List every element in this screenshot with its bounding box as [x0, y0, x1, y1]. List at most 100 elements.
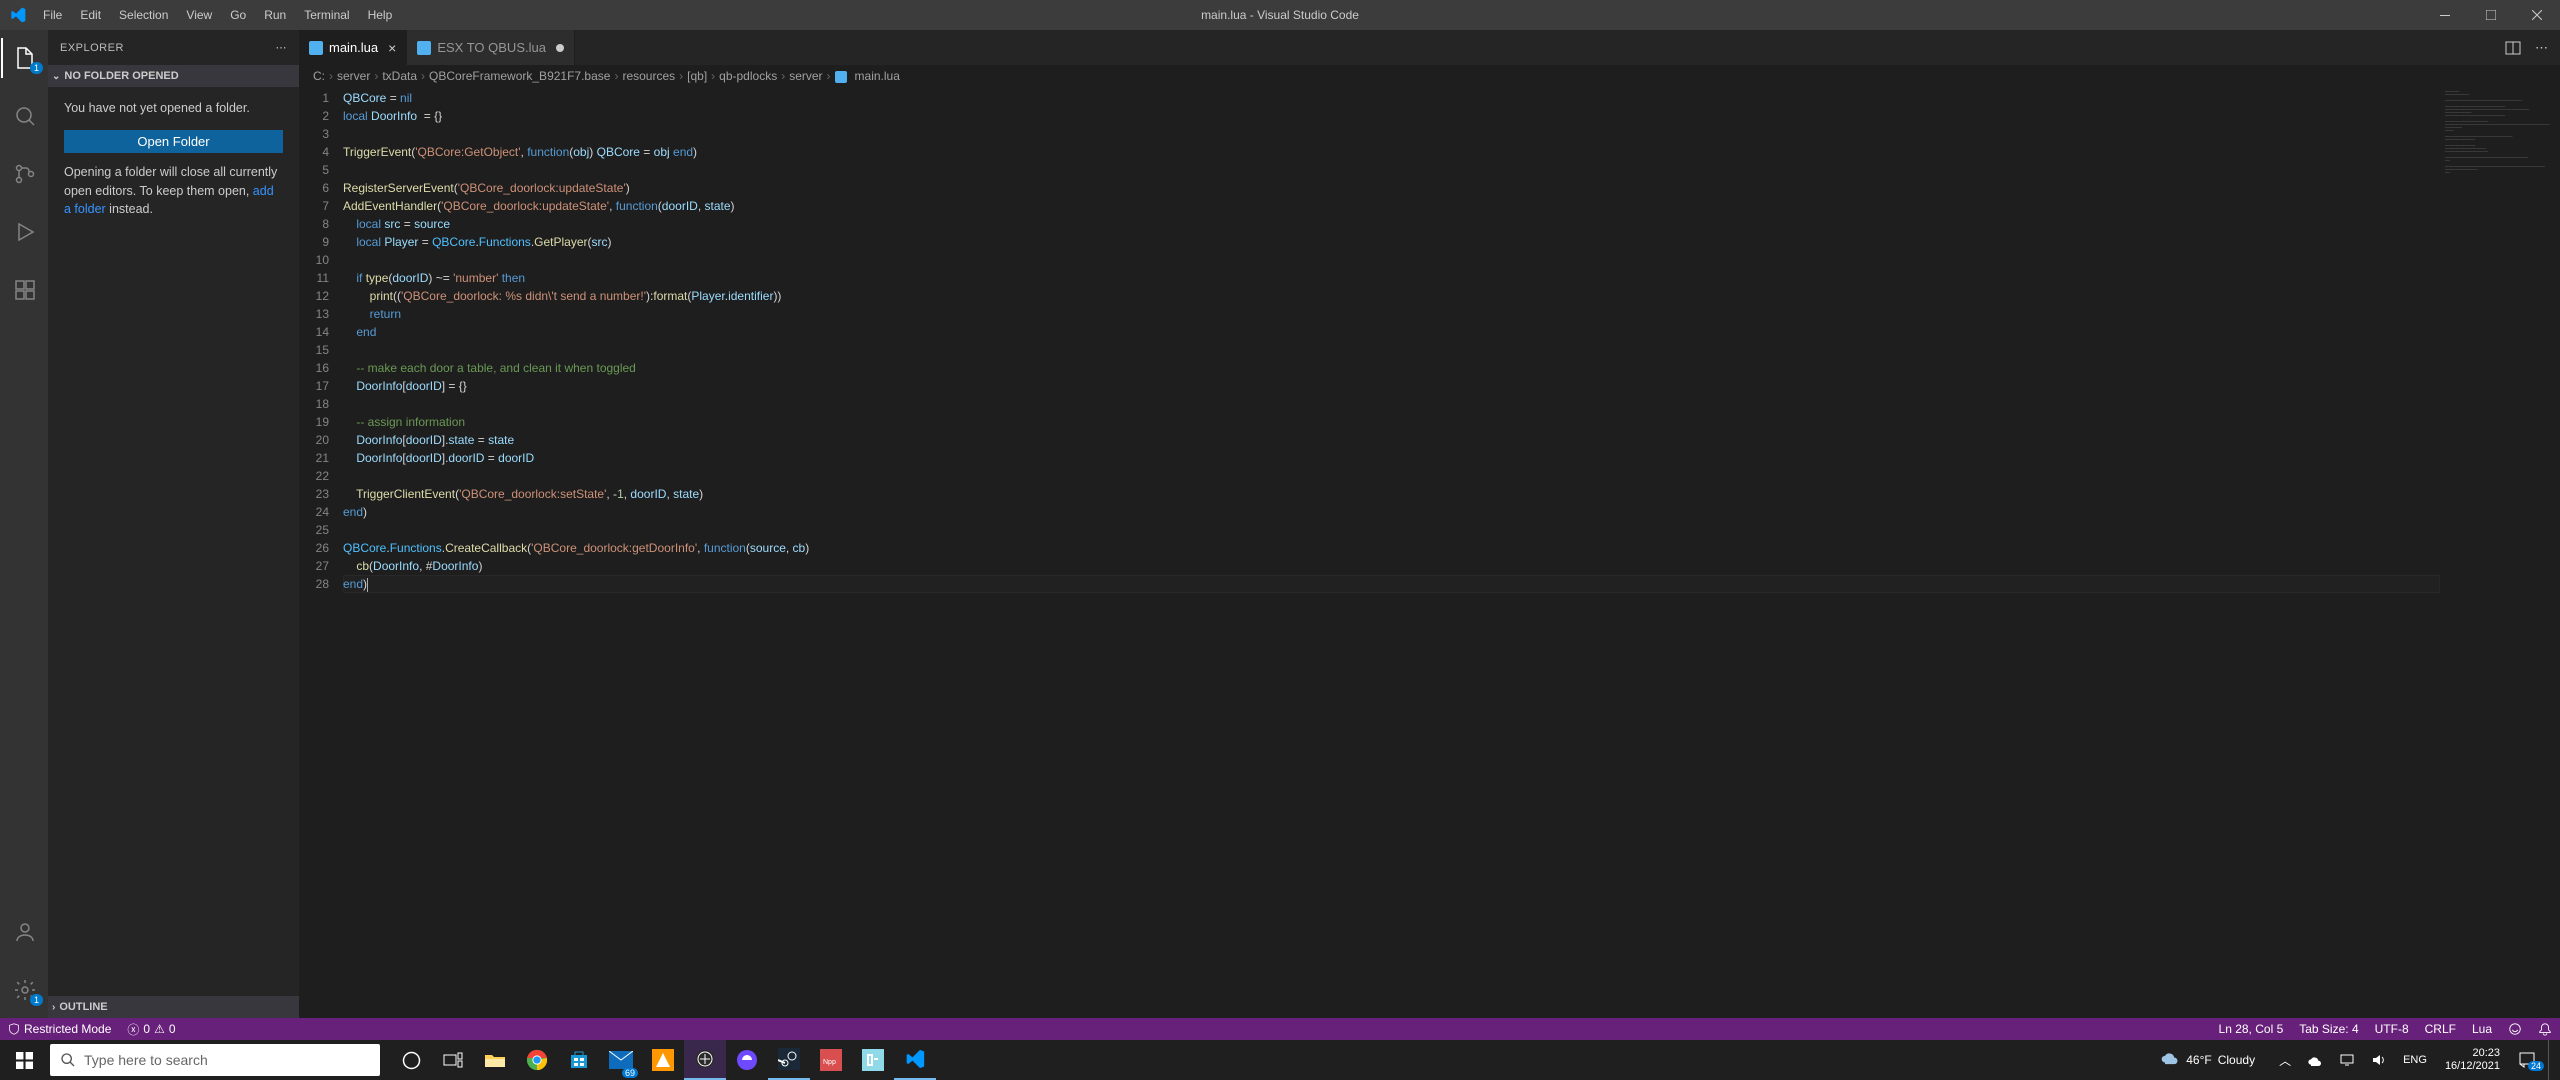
taskbar-steam-icon[interactable]	[768, 1040, 810, 1080]
breadcrumb-item[interactable]: server	[789, 69, 822, 83]
code-line[interactable]: end	[343, 323, 2440, 341]
split-editor-icon[interactable]	[2505, 40, 2521, 56]
breadcrumb-item[interactable]: main.lua	[855, 69, 900, 83]
status-tab-size[interactable]: Tab Size: 4	[2291, 1022, 2366, 1036]
taskbar-taskview-icon[interactable]	[432, 1040, 474, 1080]
taskbar-app-1-icon[interactable]	[642, 1040, 684, 1080]
tray-chevron-up-icon[interactable]: ︿	[2275, 1052, 2295, 1069]
tab-esx-to-qbus-lua[interactable]: ESX TO QBUS.lua	[407, 30, 575, 65]
menu-terminal[interactable]: Terminal	[296, 4, 357, 26]
menu-selection[interactable]: Selection	[111, 4, 176, 26]
taskbar-chrome-icon[interactable]	[516, 1040, 558, 1080]
code-line[interactable]: TriggerEvent('QBCore:GetObject', functio…	[343, 143, 2440, 161]
code-line[interactable]	[343, 395, 2440, 413]
tray-weather[interactable]: 46°F Cloudy	[2160, 1050, 2255, 1070]
code-line[interactable]: print(('QBCore_doorlock: %s didn\'t send…	[343, 287, 2440, 305]
taskbar-search[interactable]: Type here to search	[50, 1044, 380, 1076]
code-line[interactable]	[343, 521, 2440, 539]
breadcrumb-item[interactable]: server	[337, 69, 370, 83]
menu-edit[interactable]: Edit	[72, 4, 109, 26]
code-line[interactable]	[343, 161, 2440, 179]
status-ln-col[interactable]: Ln 28, Col 5	[2211, 1022, 2292, 1036]
code-line[interactable]: if type(doorID) ~= 'number' then	[343, 269, 2440, 287]
code-line[interactable]	[343, 341, 2440, 359]
status-feedback-icon[interactable]	[2500, 1022, 2530, 1036]
tray-network-icon[interactable]	[2335, 1052, 2359, 1068]
code-line[interactable]: DoorInfo[doorID].state = state	[343, 431, 2440, 449]
editor[interactable]: 1234567891011121314151617181920212223242…	[299, 87, 2560, 1018]
code-line[interactable]: return	[343, 305, 2440, 323]
code-line[interactable]: cb(DoorInfo, #DoorInfo)	[343, 557, 2440, 575]
minimap[interactable]: ▬▬▬▬▬▬▬▬▬▬▬▬ ▬▬▬▬▬▬▬▬▬▬▬▬▬▬▬▬▬▬▬▬ ▬▬▬▬▬▬…	[2440, 87, 2560, 1018]
show-desktop-button[interactable]	[2548, 1040, 2554, 1080]
menu-file[interactable]: File	[35, 4, 70, 26]
taskbar-file-explorer-icon[interactable]	[474, 1040, 516, 1080]
status-restricted-mode[interactable]: Restricted Mode	[0, 1018, 119, 1040]
code-line[interactable]: local src = source	[343, 215, 2440, 233]
code-line[interactable]: AddEventHandler('QBCore_doorlock:updateS…	[343, 197, 2440, 215]
breadcrumb-item[interactable]: txData	[382, 69, 417, 83]
breadcrumb-item[interactable]: [qb]	[687, 69, 707, 83]
minimize-button[interactable]	[2422, 0, 2468, 30]
activity-source-control-icon[interactable]	[1, 154, 49, 194]
status-encoding[interactable]: UTF-8	[2367, 1022, 2417, 1036]
start-button[interactable]	[0, 1040, 48, 1080]
activity-search-icon[interactable]	[1, 96, 49, 136]
activity-account-icon[interactable]	[1, 912, 49, 952]
breadcrumb-item[interactable]: QBCoreFramework_B921F7.base	[429, 69, 610, 83]
code-line[interactable]: local DoorInfo = {}	[343, 107, 2440, 125]
sidebar-more-icon[interactable]: ⋯	[276, 41, 288, 54]
menu-run[interactable]: Run	[256, 4, 294, 26]
menu-go[interactable]: Go	[222, 4, 254, 26]
breadcrumb-item[interactable]: C:	[313, 69, 325, 83]
breadcrumb-item[interactable]: resources	[622, 69, 675, 83]
activity-settings-icon[interactable]: 1	[1, 970, 49, 1010]
close-button[interactable]	[2514, 0, 2560, 30]
status-notifications-icon[interactable]	[2530, 1022, 2560, 1036]
code-line[interactable]: RegisterServerEvent('QBCore_doorlock:upd…	[343, 179, 2440, 197]
menu-view[interactable]: View	[178, 4, 220, 26]
activity-explorer-icon[interactable]: 1	[1, 38, 49, 78]
section-outline[interactable]: › OUTLINE	[48, 996, 299, 1018]
code-line[interactable]: local Player = QBCore.Functions.GetPlaye…	[343, 233, 2440, 251]
tray-clock[interactable]: 20:23 16/12/2021	[2445, 1047, 2500, 1073]
maximize-button[interactable]	[2468, 0, 2514, 30]
section-no-folder[interactable]: ⌄ NO FOLDER OPENED	[48, 65, 299, 87]
code-area[interactable]: QBCore = nillocal DoorInfo = {} TriggerEv…	[343, 87, 2440, 1018]
taskbar-app-2-icon[interactable]	[684, 1040, 726, 1080]
taskbar-app-3-icon[interactable]	[726, 1040, 768, 1080]
tab-main-lua[interactable]: main.lua×	[299, 30, 407, 65]
code-line[interactable]	[343, 251, 2440, 269]
taskbar-mail-icon[interactable]: 69	[600, 1040, 642, 1080]
taskbar-app-4-icon[interactable]: Npp	[810, 1040, 852, 1080]
code-line[interactable]	[343, 467, 2440, 485]
code-line[interactable]: -- make each door a table, and clean it …	[343, 359, 2440, 377]
taskbar-vscode-icon[interactable]	[894, 1040, 936, 1080]
code-line[interactable]	[343, 125, 2440, 143]
activity-extensions-icon[interactable]	[1, 270, 49, 310]
code-line[interactable]: -- assign information	[343, 413, 2440, 431]
breadcrumbs[interactable]: C:›server›txData›QBCoreFramework_B921F7.…	[299, 65, 2560, 87]
taskbar-ms-store-icon[interactable]	[558, 1040, 600, 1080]
code-line[interactable]: DoorInfo[doorID].doorID = doorID	[343, 449, 2440, 467]
code-line[interactable]: end)	[343, 575, 2440, 593]
status-eol[interactable]: CRLF	[2417, 1022, 2464, 1036]
code-line[interactable]: TriggerClientEvent('QBCore_doorlock:setS…	[343, 485, 2440, 503]
code-line[interactable]: QBCore = nil	[343, 89, 2440, 107]
tray-volume-icon[interactable]	[2367, 1052, 2391, 1068]
activity-run-debug-icon[interactable]	[1, 212, 49, 252]
breadcrumb-item[interactable]: qb-pdlocks	[719, 69, 777, 83]
taskbar-app-5-icon[interactable]	[852, 1040, 894, 1080]
open-folder-button[interactable]: Open Folder	[64, 130, 283, 153]
taskbar-cortana-icon[interactable]	[390, 1040, 432, 1080]
more-actions-icon[interactable]: ⋯	[2535, 40, 2548, 56]
tray-onedrive-icon[interactable]	[2303, 1054, 2327, 1066]
status-problems[interactable]: ⓧ0 ⚠0	[119, 1018, 183, 1040]
code-line[interactable]: QBCore.Functions.CreateCallback('QBCore_…	[343, 539, 2440, 557]
tray-language-icon[interactable]: ENG	[2399, 1054, 2431, 1066]
close-tab-icon[interactable]: ×	[388, 40, 396, 56]
code-line[interactable]: end)	[343, 503, 2440, 521]
code-line[interactable]: DoorInfo[doorID] = {}	[343, 377, 2440, 395]
menu-help[interactable]: Help	[360, 4, 401, 26]
status-language[interactable]: Lua	[2464, 1022, 2500, 1036]
